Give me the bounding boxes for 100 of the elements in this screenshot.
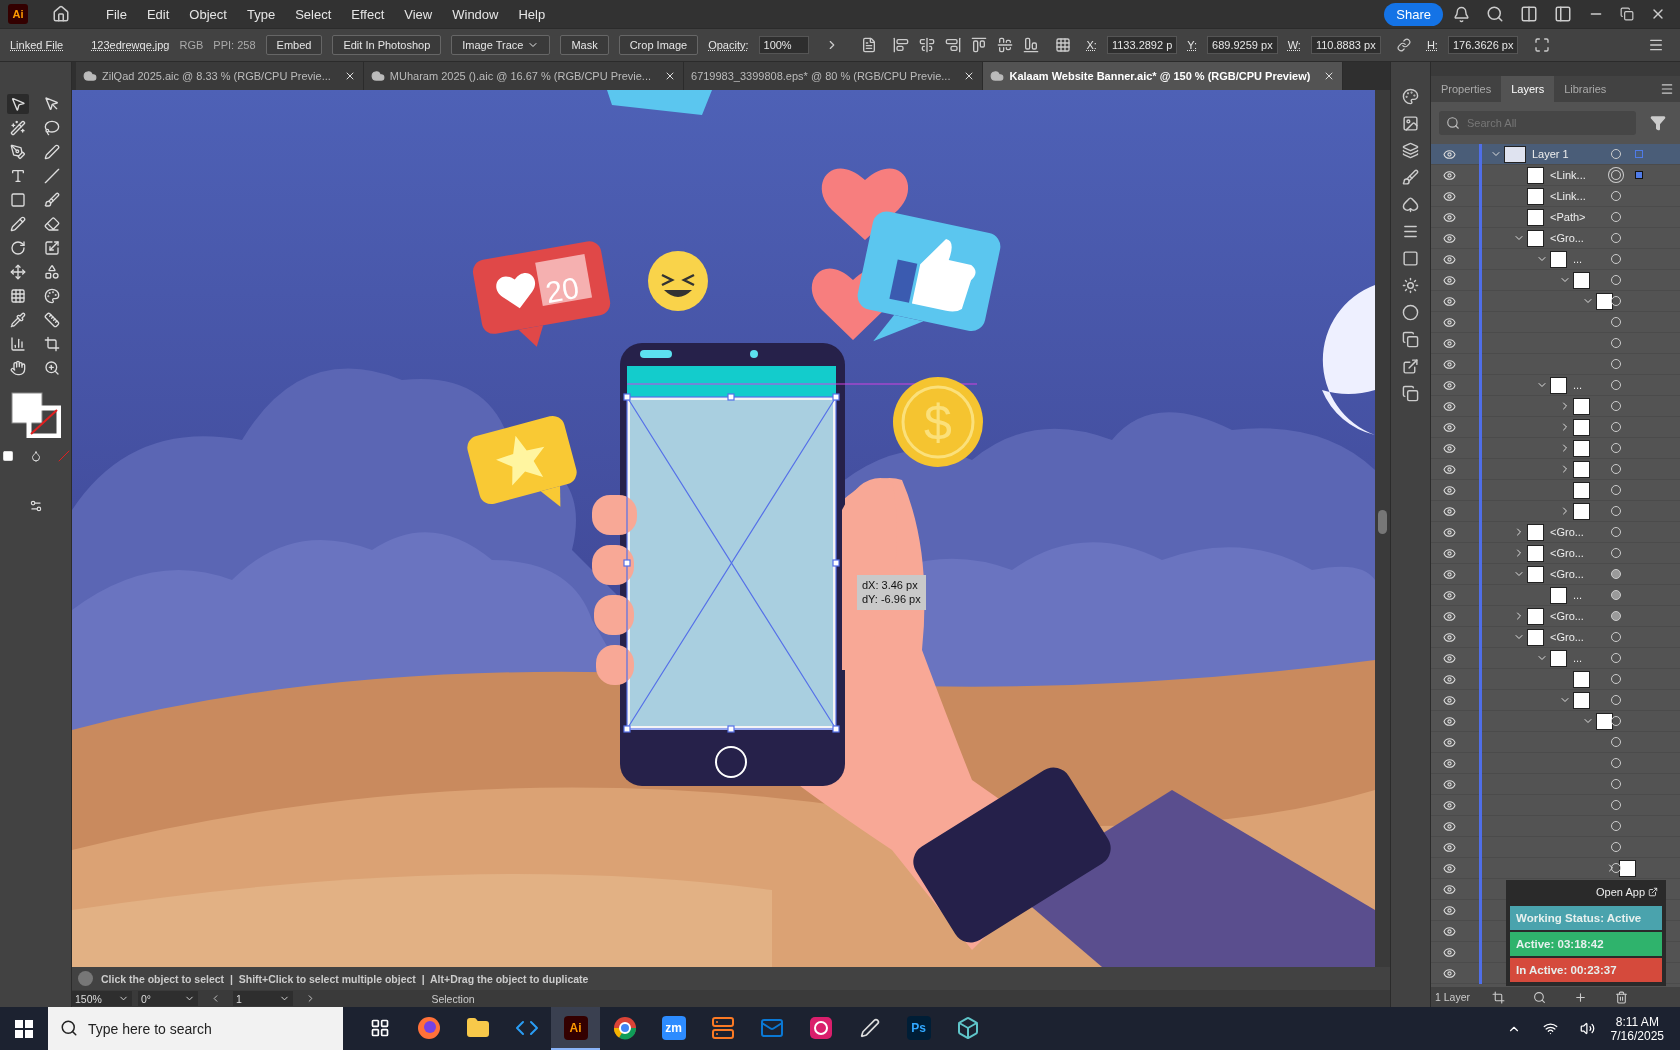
layer-item-row[interactable]: <Gro... xyxy=(1431,627,1680,648)
menu-item[interactable]: Type xyxy=(238,6,284,22)
layer-item-row[interactable] xyxy=(1431,480,1680,501)
layer-item-row[interactable] xyxy=(1431,417,1680,438)
align-icon[interactable] xyxy=(944,37,961,53)
layer-item-row[interactable]: ... xyxy=(1431,648,1680,669)
layer-name[interactable]: <Gro... xyxy=(1550,232,1584,244)
control-button[interactable]: Image Trace xyxy=(451,35,551,55)
align-icon[interactable] xyxy=(1022,37,1039,53)
close-icon[interactable] xyxy=(664,70,676,82)
layer-name[interactable]: ... xyxy=(1573,589,1583,601)
layer-name[interactable]: <Gro... xyxy=(1550,631,1584,643)
menu-item[interactable]: File xyxy=(98,6,135,22)
layer-row[interactable]: Layer 1 xyxy=(1431,144,1680,165)
search-icon xyxy=(1446,116,1460,130)
control-button[interactable]: Crop Image xyxy=(618,35,699,55)
layer-name[interactable]: ... xyxy=(1573,379,1583,391)
layer-name[interactable]: <Path> xyxy=(1550,211,1586,223)
cloud-icon xyxy=(370,69,385,83)
layer-item-row[interactable] xyxy=(1431,438,1680,459)
layer-name[interactable]: <Gro... xyxy=(1550,568,1584,580)
cloud-icon xyxy=(83,69,97,83)
layer-item-row[interactable] xyxy=(1431,459,1680,480)
layer-item-row[interactable] xyxy=(1431,690,1680,711)
layer-item-row[interactable]: <Gro... xyxy=(1431,543,1680,564)
scrollbar-thumb[interactable] xyxy=(1378,510,1387,534)
selection-square-icon[interactable] xyxy=(1635,171,1643,179)
coordinate-field[interactable]: 110.8883 px xyxy=(1310,36,1381,54)
layer-thumbnail xyxy=(1504,145,1526,163)
layer-name[interactable]: <Gro... xyxy=(1550,547,1584,559)
menu-item[interactable]: Select xyxy=(287,6,340,22)
layer-item-row[interactable]: ... xyxy=(1431,375,1680,396)
document-tab[interactable]: ZilQad 2025.aic @ 8.33 % (RGB/CPU Previe... xyxy=(76,62,364,90)
align-icon[interactable] xyxy=(892,37,909,53)
artboard-field[interactable]: 1 xyxy=(233,991,293,1006)
layer-thumbnail xyxy=(1573,502,1590,520)
layer-item-row[interactable]: <Gro... xyxy=(1431,606,1680,627)
arrow-pointer-icon[interactable] xyxy=(6,94,29,114)
layer-item-row[interactable]: <Link... xyxy=(1431,186,1680,207)
control-button[interactable]: Mask xyxy=(560,35,609,55)
menu-item[interactable]: Window xyxy=(444,6,507,22)
open-app-link[interactable]: Open App xyxy=(1592,884,1662,900)
layer-name[interactable]: Layer 1 xyxy=(1532,148,1569,160)
menu-item[interactable]: Help xyxy=(510,6,554,22)
layer-name[interactable]: <Link... xyxy=(1550,169,1586,181)
align-icon[interactable] xyxy=(918,37,935,53)
layer-item-row[interactable] xyxy=(1431,270,1680,291)
linked-file-link[interactable]: 123edrewqe.jpg xyxy=(91,39,170,51)
external-link-icon[interactable] xyxy=(1648,887,1658,897)
layer-item-row[interactable] xyxy=(1431,396,1680,417)
layer-thumbnail xyxy=(1550,250,1567,268)
document-tab[interactable]: Kalaam Website Banner.aic* @ 150 % (RGB/CPU Preview) xyxy=(983,62,1344,90)
layer-name[interactable]: <Gro... xyxy=(1550,610,1584,622)
taskbar-clock[interactable]: 8:11 AM 7/16/2025 xyxy=(1610,1014,1664,1043)
layer-item-row[interactable] xyxy=(1431,291,1680,312)
layer-name[interactable]: <Gro... xyxy=(1550,526,1584,538)
layer-item-row[interactable]: ... xyxy=(1431,249,1680,270)
layer-item-row[interactable]: <Link... xyxy=(1431,165,1680,186)
current-tool-label: Selection xyxy=(430,992,476,1005)
layer-item-row[interactable] xyxy=(1431,501,1680,522)
fill-stroke-swatch-icon[interactable] xyxy=(10,392,61,438)
zoom-field[interactable]: 150% xyxy=(72,991,132,1006)
layer-item-row[interactable]: <Gro... xyxy=(1431,228,1680,249)
layer-item-row[interactable] xyxy=(1431,669,1680,690)
opacity-label: Opacity: xyxy=(708,39,749,51)
control-button[interactable]: Edit In Photoshop xyxy=(332,35,442,55)
layer-name[interactable]: <Link... xyxy=(1550,190,1586,202)
menu-item[interactable]: Effect xyxy=(343,6,393,22)
field-label: W: xyxy=(1287,39,1301,51)
layer-item-row[interactable]: ... xyxy=(1431,585,1680,606)
opacity-field[interactable]: 100% xyxy=(758,36,809,54)
layer-name[interactable]: ... xyxy=(1573,652,1583,664)
panel-tab[interactable]: Layers xyxy=(1501,76,1555,102)
menu-item[interactable]: Edit xyxy=(138,6,178,22)
taskbar-search-field[interactable]: Type here to search xyxy=(48,1007,343,1050)
layer-thumbnail xyxy=(1596,712,1613,730)
share-button[interactable]: Share xyxy=(1384,2,1443,26)
field-label: H: xyxy=(1426,39,1438,51)
layer-item-row[interactable]: <Path> xyxy=(1431,207,1680,228)
layer-item-row[interactable] xyxy=(1431,711,1680,732)
document-tab[interactable]: MUharam 2025 ().aic @ 16.67 % (RGB/CPU Previe... xyxy=(363,62,684,90)
control-button[interactable]: Embed xyxy=(265,35,323,55)
panel-tab[interactable]: Properties xyxy=(1431,76,1502,102)
coordinate-field[interactable]: 176.3626 px xyxy=(1447,36,1519,54)
rotation-field[interactable]: 0° xyxy=(138,991,198,1006)
menu-item[interactable]: View xyxy=(396,6,441,22)
taskbar-app-button[interactable]: Ps xyxy=(894,1007,943,1050)
align-icon[interactable] xyxy=(996,37,1013,53)
align-icon[interactable] xyxy=(970,37,987,53)
layer-item-row[interactable]: <Gro... xyxy=(1431,564,1680,585)
panel-tab[interactable]: Libraries xyxy=(1554,76,1617,102)
coordinate-field[interactable]: 1133.2892 p xyxy=(1106,36,1178,54)
document-tab[interactable]: 6719983_3399808.eps* @ 80 % (RGB/CPU Previe... xyxy=(684,62,984,90)
menu-item[interactable]: Object xyxy=(181,6,235,22)
layer-name[interactable]: ... xyxy=(1573,253,1583,265)
status-hint: Click the object to select | Shift+Click to select multiple object | Alt+Drag the object to duplicate xyxy=(101,972,589,985)
coordinate-field[interactable]: 689.9259 px xyxy=(1207,36,1278,54)
layer-item-row[interactable] xyxy=(1431,858,1680,879)
taskbar-app-button[interactable]: Ai xyxy=(551,1007,600,1050)
layer-item-row[interactable]: <Gro... xyxy=(1431,522,1680,543)
